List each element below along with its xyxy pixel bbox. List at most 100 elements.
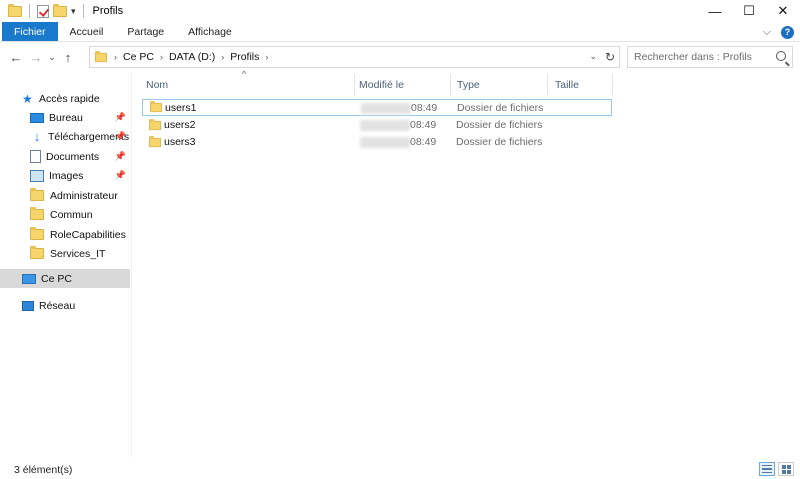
sidebar-item-label: Bureau <box>49 111 83 124</box>
help-icon[interactable]: ? <box>781 25 794 39</box>
sidebar-item-label: Réseau <box>39 299 76 312</box>
tab-accueil[interactable]: Accueil <box>58 22 116 41</box>
chevron-right-icon[interactable]: › <box>114 52 117 62</box>
sidebar-item-images[interactable]: Images 📌 <box>0 166 130 185</box>
file-name: users1 <box>165 102 197 114</box>
sidebar-item-quick-access[interactable]: ★ Accès rapide <box>0 89 130 108</box>
table-row[interactable]: users3 08:49 Dossier de fichiers <box>142 134 612 151</box>
file-modified: 08:49 <box>411 102 438 114</box>
sidebar-item-this-pc[interactable]: Ce PC <box>0 269 130 288</box>
computer-icon <box>22 273 36 284</box>
redacted-date <box>360 120 410 131</box>
search-input[interactable] <box>634 51 769 63</box>
title-bar: ▾ Profils — ☐ ✕ <box>0 0 800 22</box>
folder-icon <box>150 101 162 113</box>
breadcrumb: › Ce PC › DATA (D:) › Profils › <box>114 51 274 63</box>
column-separator[interactable] <box>612 74 613 95</box>
tab-partage[interactable]: Partage <box>115 22 176 41</box>
file-modified: 08:49 <box>410 119 437 131</box>
toolbar-separator <box>82 4 84 18</box>
sidebar-item-label: Images <box>49 169 84 182</box>
sidebar-item-bureau[interactable]: Bureau 📌 <box>0 108 130 127</box>
recent-locations-icon[interactable]: ⌄ <box>46 47 58 67</box>
tab-affichage[interactable]: Affichage <box>176 22 244 41</box>
sidebar-item-label: Commun <box>50 208 93 221</box>
breadcrumb-profils[interactable]: Profils <box>230 51 259 63</box>
navigation-bar: ← → ⌄ ↑ › Ce PC › DATA (D:) › Profils › … <box>0 43 800 71</box>
address-bar[interactable]: › Ce PC › DATA (D:) › Profils › ⌄ ↻ <box>89 46 620 68</box>
file-type: Dossier de fichiers <box>457 102 544 114</box>
window-controls: — ☐ ✕ <box>698 0 800 22</box>
column-header-type[interactable]: Type <box>443 72 540 97</box>
properties-icon[interactable] <box>37 4 49 18</box>
pin-icon: 📌 <box>114 112 126 122</box>
up-arrow-icon[interactable]: ↑ <box>58 47 78 67</box>
refresh-icon[interactable]: ↻ <box>605 50 615 64</box>
ribbon-tabs: Fichier Accueil Partage Affichage ⌵ ? <box>0 22 800 42</box>
sidebar-item-label: Accès rapide <box>39 92 100 105</box>
column-label: Nom <box>146 78 169 91</box>
customize-toolbar-icon[interactable]: ▾ <box>71 6 76 16</box>
column-label: Modifié le <box>359 78 404 91</box>
close-button[interactable]: ✕ <box>766 0 800 22</box>
document-icon <box>30 150 41 163</box>
file-type: Dossier de fichiers <box>456 119 543 131</box>
new-folder-icon[interactable] <box>53 3 67 17</box>
column-header-name[interactable]: ^ Nom <box>132 69 354 97</box>
maximize-button[interactable]: ☐ <box>732 0 766 22</box>
large-icons-view-icon[interactable] <box>778 462 794 476</box>
address-dropdown-icon[interactable]: ⌄ <box>589 51 597 62</box>
details-view-icon[interactable] <box>759 462 775 476</box>
sidebar-item-rolecapabilities[interactable]: RoleCapabilities <box>0 225 130 244</box>
column-label: Taille <box>555 78 579 91</box>
redacted-date <box>361 103 411 114</box>
download-icon: ↓ <box>33 129 41 144</box>
sidebar-item-administrateur[interactable]: Administrateur <box>0 186 130 205</box>
chevron-right-icon[interactable]: › <box>265 52 268 62</box>
sort-ascending-icon: ^ <box>242 69 247 79</box>
window-title: Profils <box>92 5 124 17</box>
sidebar-item-label: Services_IT <box>50 247 106 260</box>
sidebar-item-label: Documents <box>46 150 100 163</box>
folder-icon <box>149 119 161 131</box>
sidebar-item-label: RoleCapabilities <box>50 228 126 241</box>
folder-icon <box>30 188 44 201</box>
file-list: ^ Nom Modifié le Type Taille users1 08:4… <box>132 69 800 457</box>
back-arrow-icon[interactable]: ← <box>6 47 26 67</box>
search-box[interactable] <box>627 46 793 68</box>
folder-icon[interactable] <box>8 3 22 17</box>
expand-ribbon-icon[interactable]: ⌵ <box>763 26 771 39</box>
status-bar: 3 élément(s) <box>0 460 800 479</box>
breadcrumb-this-pc[interactable]: Ce PC <box>123 51 154 63</box>
images-icon <box>30 169 44 182</box>
table-row[interactable]: users2 08:49 Dossier de fichiers <box>142 117 612 134</box>
sidebar-item-network[interactable]: Réseau <box>0 296 130 315</box>
redacted-date <box>360 137 410 148</box>
breadcrumb-data-drive[interactable]: DATA (D:) <box>169 51 215 63</box>
column-header-size[interactable]: Taille <box>541 72 611 97</box>
sidebar-item-telechargements[interactable]: ↓ Téléchargements 📌 <box>0 127 130 146</box>
pin-icon: 📌 <box>114 170 126 180</box>
chevron-right-icon[interactable]: › <box>160 52 163 62</box>
navigation-pane: ★ Accès rapide Bureau 📌 ↓ Téléchargement… <box>0 72 130 457</box>
item-count: 3 élément(s) <box>14 463 73 476</box>
column-header-modified[interactable]: Modifié le <box>345 72 442 97</box>
file-modified: 08:49 <box>410 136 437 148</box>
desktop-icon <box>30 112 44 123</box>
pin-icon: 📌 <box>114 151 126 161</box>
tab-fichier[interactable]: Fichier <box>2 22 58 41</box>
ribbon-right: ⌵ ? <box>763 22 794 42</box>
pin-icon: 📌 <box>114 131 126 141</box>
view-switcher <box>759 462 794 476</box>
folder-icon <box>149 136 161 148</box>
forward-arrow-icon[interactable]: → <box>26 47 46 67</box>
sidebar-item-documents[interactable]: Documents 📌 <box>0 147 130 166</box>
sidebar-item-commun[interactable]: Commun <box>0 205 130 224</box>
sidebar-item-services-it[interactable]: Services_IT <box>0 244 130 263</box>
folder-icon <box>30 207 44 220</box>
quick-access-toolbar: ▾ <box>0 3 87 18</box>
search-icon[interactable] <box>776 51 786 61</box>
minimize-button[interactable]: — <box>698 0 732 22</box>
table-row[interactable]: users1 08:49 Dossier de fichiers <box>142 99 612 116</box>
chevron-right-icon[interactable]: › <box>221 52 224 62</box>
